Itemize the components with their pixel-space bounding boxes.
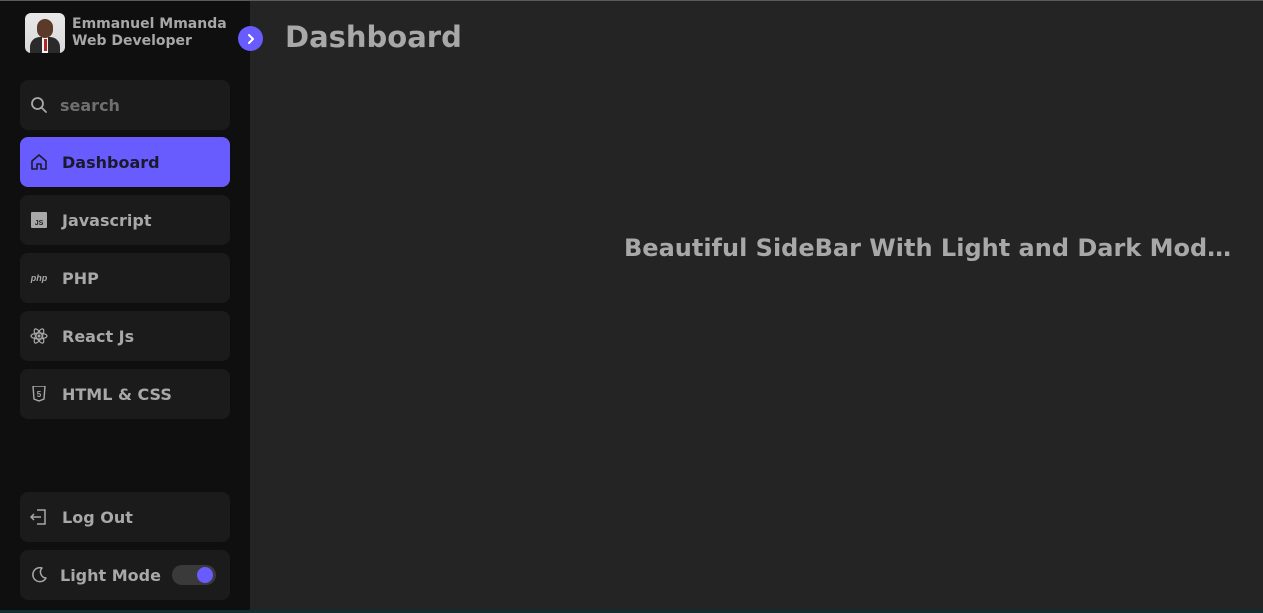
light-mode-row: Light Mode [20,550,230,600]
search-box[interactable]: search [20,80,230,130]
sidebar-toggle-button[interactable] [238,26,263,51]
javascript-icon-text: JS [35,220,44,227]
theme-toggle-switch[interactable] [172,565,216,585]
sidebar: Emmanuel Mmanda Web Developer search Das… [0,1,250,610]
react-icon [28,325,50,347]
php-icon-text: php [30,273,48,283]
logout-button[interactable]: Log Out [20,492,230,542]
html5-icon: 5 [28,383,50,405]
app: Emmanuel Mmanda Web Developer search Das… [0,0,1263,613]
moon-icon [28,564,50,586]
sidebar-item-label: PHP [62,268,99,288]
sidebar-item-label: Javascript [62,210,152,230]
light-mode-label: Light Mode [60,565,161,585]
html5-icon-text: 5 [37,390,42,399]
sidebar-item-label: Dashboard [62,152,160,172]
search-icon [28,94,50,116]
toggle-knob [197,567,213,583]
page-title: Dashboard [285,20,462,54]
sidebar-item-javascript[interactable]: JS Javascript [20,195,230,245]
home-icon [28,151,50,173]
profile-header: Emmanuel Mmanda Web Developer [25,13,227,53]
sidebar-item-react[interactable]: React Js [20,311,230,361]
sidebar-item-dashboard[interactable]: Dashboard [20,137,230,187]
search-input[interactable]: search [60,96,120,115]
sidebar-item-php[interactable]: php PHP [20,253,230,303]
sidebar-item-html-css[interactable]: 5 HTML & CSS [20,369,230,419]
sidebar-item-label: React Js [62,326,135,346]
profile-role: Web Developer [72,33,192,49]
profile-text: Emmanuel Mmanda Web Developer [72,16,227,50]
profile-name: Emmanuel Mmanda [72,16,227,32]
chevron-right-icon [247,33,254,44]
page-subtitle: Beautiful SideBar With Light and Dark Mo… [624,234,1244,262]
php-icon: php [28,267,50,289]
sidebar-item-label: HTML & CSS [62,384,172,404]
avatar [25,13,65,53]
javascript-icon: JS [28,209,50,231]
logout-label: Log Out [62,507,133,527]
logout-icon [28,506,50,528]
